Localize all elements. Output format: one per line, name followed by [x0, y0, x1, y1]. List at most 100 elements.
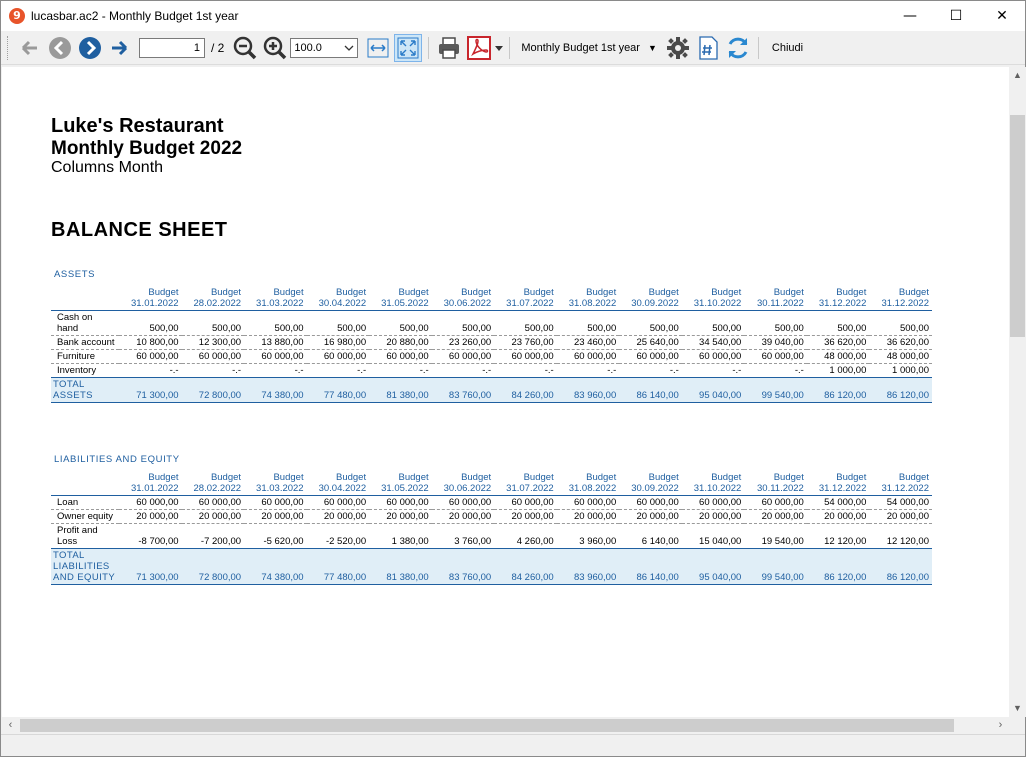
- amount-cell: 23 460,00: [556, 335, 620, 350]
- vertical-scroll-thumb[interactable]: [1010, 115, 1025, 337]
- amount-cell: 72 800,00: [181, 547, 245, 585]
- column-header: Budget 30.04.2022: [306, 470, 370, 496]
- amount-cell: 500,00: [619, 310, 682, 336]
- amount-cell: 86 120,00: [869, 547, 932, 585]
- scroll-up-icon[interactable]: ▲: [1009, 67, 1026, 84]
- column-header-line1: Budget: [398, 471, 429, 483]
- horizontal-scroll-thumb[interactable]: [20, 719, 954, 732]
- zoom-in-button[interactable]: [261, 34, 289, 62]
- column-header-line1: Budget: [461, 471, 492, 483]
- minimize-button[interactable]: —: [887, 1, 933, 31]
- amount-cell: 60 000,00: [744, 495, 807, 510]
- amount-cell: 10 800,00: [119, 335, 182, 350]
- column-header: Budget 31.03.2022: [244, 470, 307, 496]
- table-row: Profit and Loss -8 700,00 -7 200,00 -5 620,…: [51, 523, 932, 549]
- horizontal-scrollbar[interactable]: ‹ ›: [2, 717, 1009, 734]
- amount-cell: 60 000,00: [369, 495, 432, 510]
- settings-button[interactable]: [664, 34, 692, 62]
- row-label: Loan: [51, 495, 119, 510]
- amount-cell: 12 120,00: [806, 523, 870, 549]
- amount-cell: -.-: [494, 363, 557, 378]
- report-preview[interactable]: Luke's Restaurant Monthly Budget 2022 Co…: [2, 67, 1009, 717]
- vertical-scrollbar[interactable]: ▲ ▼: [1009, 67, 1026, 717]
- zoom-out-button[interactable]: [231, 34, 259, 62]
- column-header-line1: Budget: [148, 286, 179, 298]
- page-number-input[interactable]: 1: [139, 37, 205, 58]
- amount-cell: 60 000,00: [244, 495, 307, 510]
- column-header: Budget 31.05.2022: [369, 285, 432, 311]
- amount-cell: 60 000,00: [744, 349, 807, 364]
- refresh-button[interactable]: [724, 34, 752, 62]
- column-header-line1: Budget: [898, 471, 929, 483]
- balance-sheet-heading: BALANCE SHEET: [51, 219, 228, 241]
- amount-cell: 60 000,00: [181, 349, 245, 364]
- amount-cell: 19 540,00: [744, 523, 807, 549]
- previous-page-button[interactable]: [46, 34, 74, 62]
- amount-cell: 23 760,00: [494, 335, 557, 350]
- column-header-line1: Budget: [273, 286, 304, 298]
- amount-cell: 39 040,00: [744, 335, 807, 350]
- table-row: Bank account 10 800,00 12 300,00 13 880,00 1…: [51, 335, 932, 350]
- print-button[interactable]: [435, 34, 463, 62]
- column-header-line1: Budget: [836, 471, 867, 483]
- amount-cell: 48 000,00: [806, 349, 870, 364]
- amount-cell: 86 120,00: [869, 376, 932, 403]
- fit-width-button[interactable]: [364, 34, 392, 62]
- first-page-button[interactable]: [16, 34, 44, 62]
- scroll-left-icon[interactable]: ‹: [2, 717, 19, 734]
- report-selector[interactable]: Monthly Budget 1st year ▼: [515, 36, 663, 60]
- amount-cell: 36 620,00: [806, 335, 870, 350]
- amount-cell: 74 380,00: [244, 376, 307, 403]
- last-page-button[interactable]: [106, 34, 134, 62]
- scroll-right-icon[interactable]: ›: [992, 717, 1009, 734]
- row-label: Cash on hand: [51, 310, 119, 336]
- column-header-date: 30.09.2022: [631, 297, 679, 309]
- header-row: Budget 31.01.2022 Budget 28.02.2022 Budget 31…: [51, 285, 932, 311]
- fit-width-icon: [367, 38, 389, 57]
- zoom-select[interactable]: 100.0: [290, 37, 359, 58]
- column-header-date: 31.01.2022: [130, 482, 179, 494]
- fit-page-button[interactable]: [394, 33, 423, 62]
- table-row: Owner equity 20 000,00 20 000,00 20 000,00 2…: [51, 509, 932, 524]
- column-header-line1: Budget: [711, 286, 742, 298]
- zoom-value: 100.0: [294, 41, 322, 54]
- amount-cell: 3 760,00: [431, 523, 495, 549]
- row-label: Bank account: [51, 335, 119, 350]
- close-window-button[interactable]: ✕: [979, 1, 1025, 31]
- amount-cell: 60 000,00: [556, 349, 620, 364]
- export-pdf-button[interactable]: [465, 34, 493, 62]
- amount-cell: 15 040,00: [681, 523, 745, 549]
- assets-title: ASSETS: [54, 269, 96, 280]
- amount-cell: 77 480,00: [306, 547, 370, 585]
- column-header: Budget 31.10.2022: [681, 285, 745, 311]
- amount-cell: 20 880,00: [369, 335, 432, 350]
- numbering-button[interactable]: [694, 34, 722, 62]
- column-header-line1: Budget: [773, 471, 804, 483]
- column-header-date: 30.11.2022: [757, 297, 804, 309]
- amount-cell: -.-: [556, 363, 620, 378]
- column-header: Budget 28.02.2022: [181, 285, 245, 311]
- maximize-button[interactable]: ☐: [933, 1, 979, 31]
- chevron-down-icon: [344, 45, 354, 51]
- table-row: Furniture 60 000,00 60 000,00 60 000,00 60 0…: [51, 349, 932, 364]
- table-row: Loan 60 000,00 60 000,00 60 000,00 60 000,00…: [51, 495, 932, 510]
- amount-cell: 20 000,00: [744, 509, 807, 524]
- scroll-down-icon[interactable]: ▼: [1009, 700, 1026, 717]
- amount-cell: 86 140,00: [619, 547, 682, 585]
- column-header: Budget 31.12.2022: [869, 470, 932, 496]
- amount-cell: 500,00: [806, 310, 870, 336]
- next-page-button[interactable]: [76, 34, 104, 62]
- amount-cell: 60 000,00: [494, 349, 557, 364]
- amount-cell: 71 300,00: [119, 376, 182, 403]
- amount-cell: 16 980,00: [306, 335, 370, 350]
- amount-cell: 1 000,00: [869, 363, 932, 378]
- column-header: Budget 31.03.2022: [244, 285, 307, 311]
- column-header-date: 30.04.2022: [318, 297, 367, 309]
- export-dropdown-icon[interactable]: [494, 43, 504, 53]
- column-header-date: 31.10.2022: [693, 482, 742, 494]
- column-header: Budget 30.06.2022: [431, 470, 495, 496]
- close-report-button[interactable]: Chiudi: [764, 42, 811, 54]
- amount-cell: 99 540,00: [744, 547, 807, 585]
- pdf-icon: [467, 35, 492, 60]
- column-header-date: 31.05.2022: [381, 482, 429, 494]
